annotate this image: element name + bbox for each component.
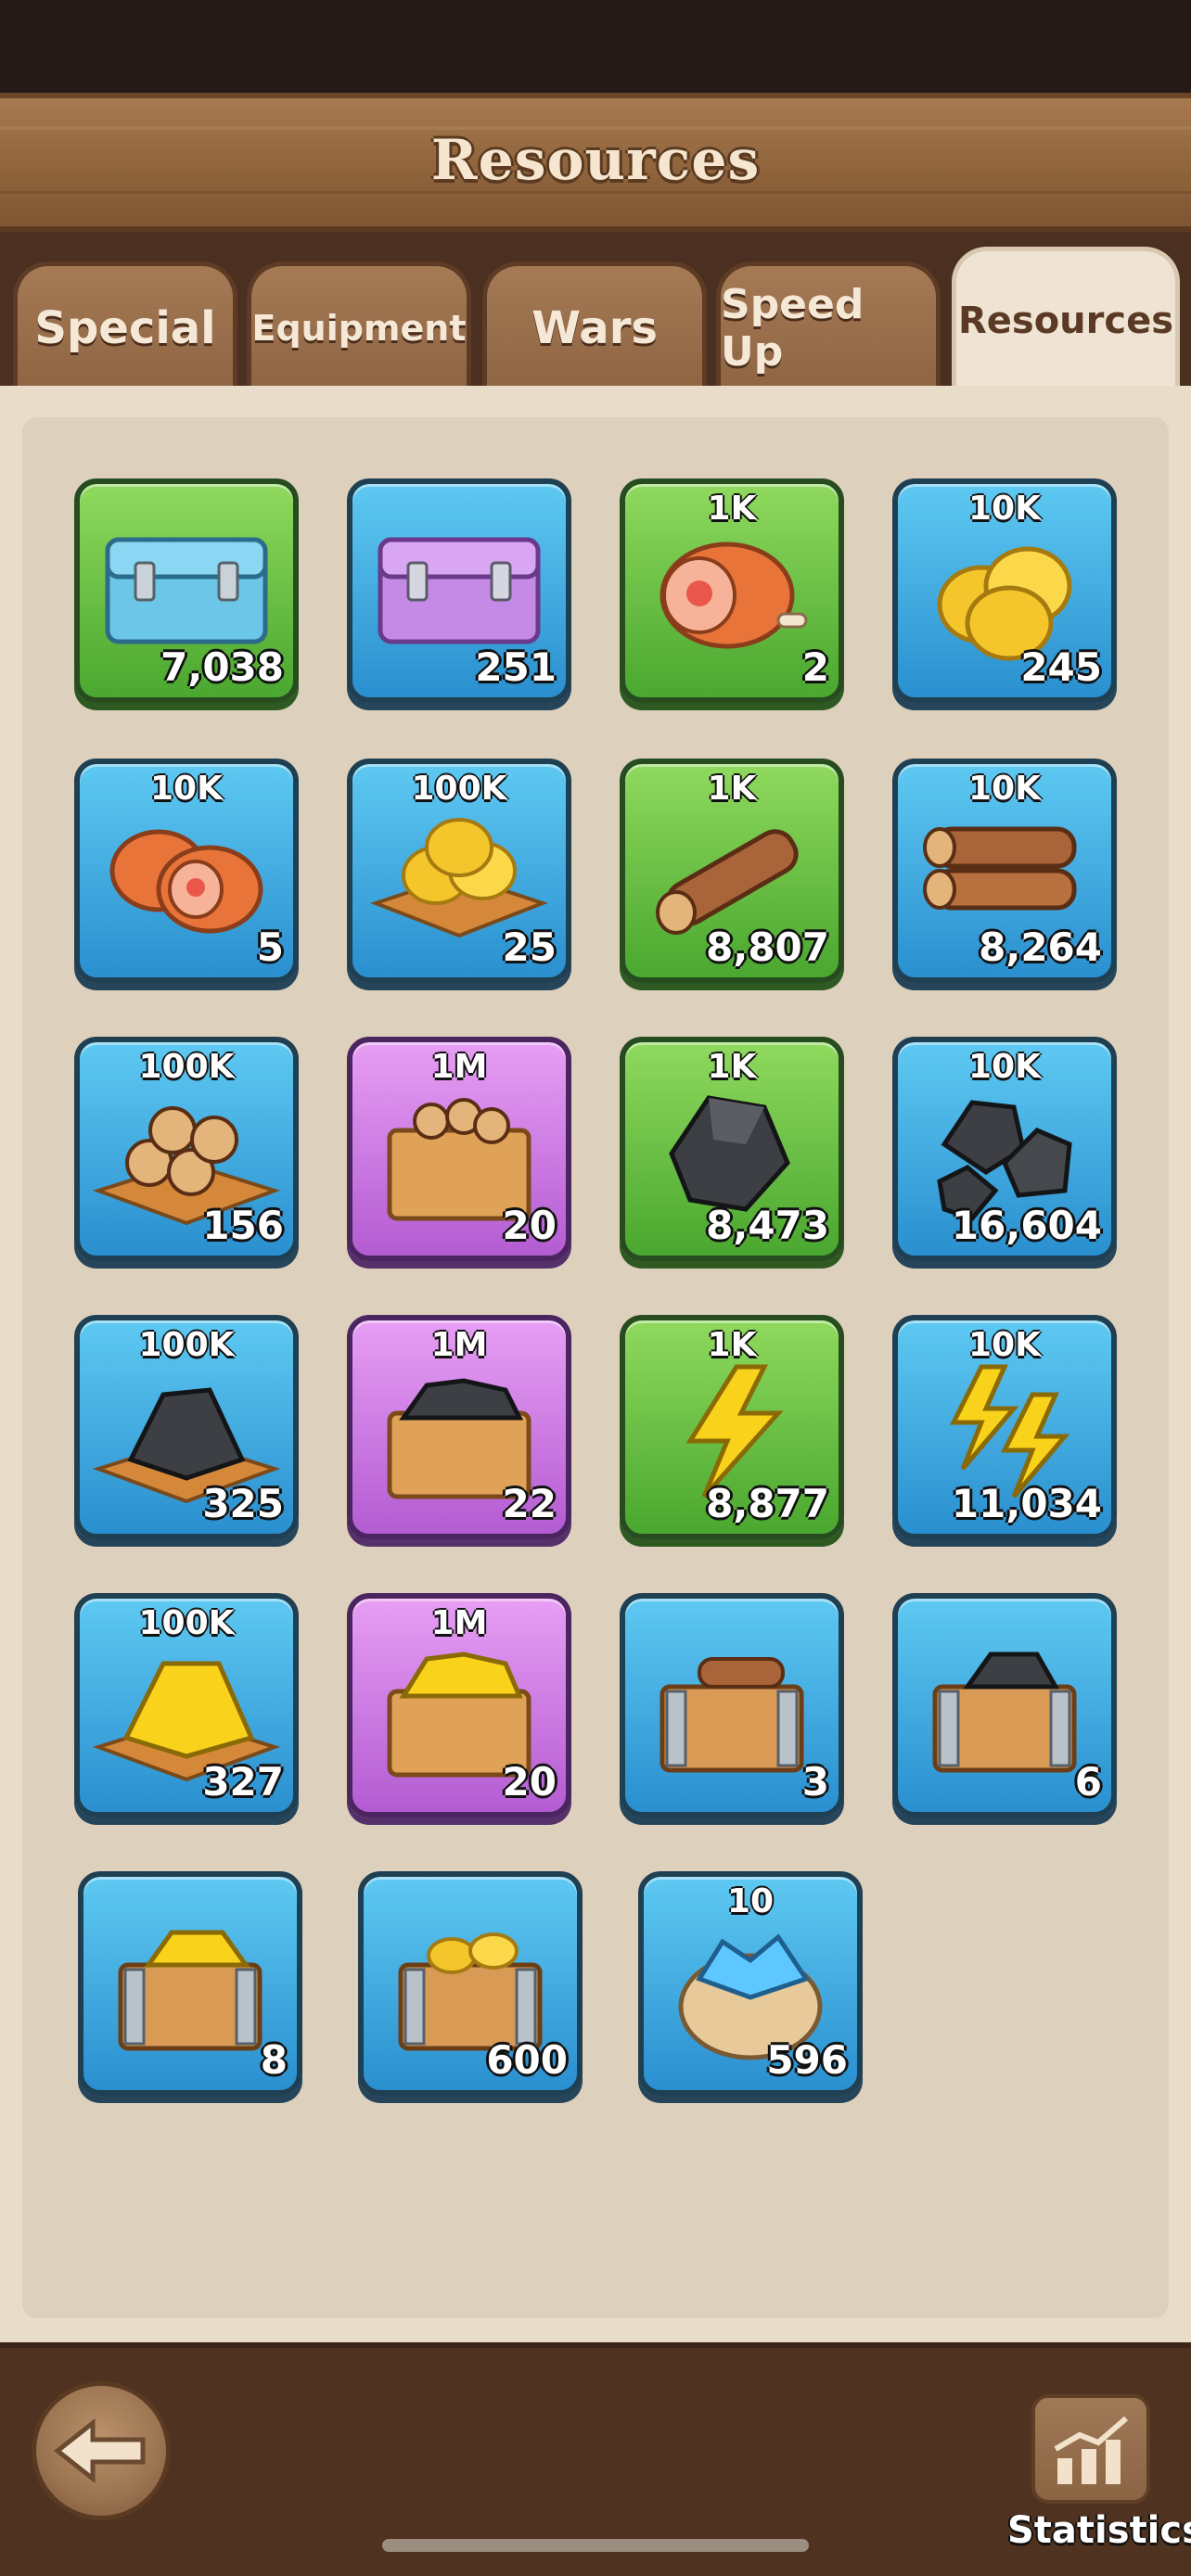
item-amount: 1K [707, 1048, 757, 1086]
item-stone-1m[interactable]: 1M 22 [347, 1315, 571, 1539]
item-energy-10k[interactable]: 10K 11,034 [892, 1315, 1117, 1539]
item-amount: 10K [968, 1048, 1041, 1086]
item-count: 5 [256, 925, 284, 970]
tab-label: Speed Up [721, 280, 864, 376]
item-count: 245 [1020, 644, 1102, 690]
item-meat-10k[interactable]: 10K 5 [74, 759, 299, 983]
item-count: 20 [502, 1203, 557, 1248]
item-amount: 100K [138, 1604, 235, 1642]
item-count: 8,807 [706, 925, 829, 970]
item-blue-chest[interactable]: 7,038 [74, 478, 299, 703]
status-bar [0, 0, 1191, 93]
item-amount: 1M [430, 1604, 488, 1642]
item-count: 16,604 [951, 1203, 1102, 1248]
item-amount: 10K [968, 490, 1041, 528]
item-count: 156 [202, 1203, 284, 1248]
item-count: 11,034 [951, 1481, 1102, 1526]
tab-equipment[interactable]: Equipment [247, 261, 471, 389]
item-stone-1k[interactable]: 1K 8,473 [620, 1037, 844, 1261]
item-energy-100k[interactable]: 100K 327 [74, 1593, 299, 1817]
tab-label: Equipment [251, 307, 467, 349]
tab-label: Wars [531, 301, 658, 354]
tab-bar: Special Equipment Wars Speed Up Resource… [0, 232, 1191, 389]
item-count: 8,264 [979, 925, 1102, 970]
item-amount: 10K [968, 770, 1041, 808]
item-amount: 1K [707, 490, 757, 528]
tab-resources[interactable]: Resources [952, 247, 1180, 389]
item-energy-1k[interactable]: 1K 8,877 [620, 1315, 844, 1539]
item-count: 8,877 [706, 1481, 829, 1526]
item-count: 600 [486, 2037, 568, 2083]
item-amount: 100K [138, 1326, 235, 1364]
item-wood-100k[interactable]: 100K 156 [74, 1037, 299, 1261]
statistics-label: Statistics [1007, 2509, 1191, 2552]
item-count: 596 [766, 2037, 848, 2083]
item-meat-1k[interactable]: 1K 2 [620, 478, 844, 703]
item-amount: 10K [968, 1326, 1041, 1364]
item-count: 25 [502, 925, 557, 970]
item-count: 3 [801, 1759, 829, 1804]
item-count: 325 [202, 1481, 284, 1526]
item-amount: 1M [430, 1048, 488, 1086]
statistics-icon [1054, 2416, 1128, 2484]
tab-special[interactable]: Special [13, 261, 237, 389]
tab-speed-up[interactable]: Speed Up [716, 261, 941, 389]
item-count: 20 [502, 1759, 557, 1804]
item-count: 6 [1074, 1759, 1102, 1804]
item-count: 2 [801, 644, 829, 690]
item-amount: 10K [150, 770, 223, 808]
item-count: 327 [202, 1759, 284, 1804]
item-count: 251 [475, 644, 557, 690]
item-gem-bag[interactable]: 10 596 [638, 1871, 863, 2096]
items-grid: 7,038 251 1K 2 10K 245 10K 5 100K 25 1K … [22, 417, 1169, 2318]
item-amount: 100K [138, 1048, 235, 1086]
item-wood-1m[interactable]: 1M 20 [347, 1037, 571, 1261]
item-stone-chest[interactable]: 6 [892, 1593, 1117, 1817]
item-count: 7,038 [160, 644, 284, 690]
tab-wars[interactable]: Wars [482, 261, 707, 389]
statistics-button[interactable] [1031, 2394, 1150, 2504]
item-count: 8,473 [706, 1203, 829, 1248]
item-energy-chest[interactable]: 8 [78, 1871, 302, 2096]
item-count: 8 [260, 2037, 288, 2083]
item-stone-100k[interactable]: 100K 325 [74, 1315, 299, 1539]
home-indicator[interactable] [382, 2539, 809, 2552]
tab-label: Special [34, 301, 216, 354]
item-amount: 1K [707, 1326, 757, 1364]
tab-label: Resources [957, 299, 1174, 342]
content-panel: 7,038 251 1K 2 10K 245 10K 5 100K 25 1K … [0, 386, 1191, 2342]
item-gold-100k[interactable]: 100K 25 [347, 759, 571, 983]
item-stone-10k[interactable]: 10K 16,604 [892, 1037, 1117, 1261]
header-bar: Resources [0, 93, 1191, 232]
item-amount: 10 [726, 1882, 775, 1920]
item-purple-chest[interactable]: 251 [347, 478, 571, 703]
item-wood-10k[interactable]: 10K 8,264 [892, 759, 1117, 983]
item-energy-1m[interactable]: 1M 20 [347, 1593, 571, 1817]
item-gold-chest[interactable]: 600 [358, 1871, 583, 2096]
page-title: Resources [430, 128, 761, 193]
item-amount: 100K [411, 770, 507, 808]
back-arrow-icon [53, 2417, 146, 2484]
item-wood-1k[interactable]: 1K 8,807 [620, 759, 844, 983]
item-wood-chest[interactable]: 3 [620, 1593, 844, 1817]
item-amount: 1M [430, 1326, 488, 1364]
item-gold-10k[interactable]: 10K 245 [892, 478, 1117, 703]
back-button[interactable] [32, 2381, 171, 2520]
item-count: 22 [502, 1481, 557, 1526]
item-amount: 1K [707, 770, 757, 808]
